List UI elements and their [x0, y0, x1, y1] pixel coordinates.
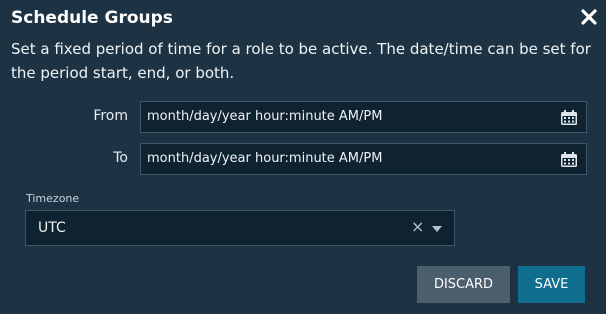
- to-datetime-value: month/day/year hour:minute AM/PM: [147, 151, 383, 166]
- clear-icon[interactable]: ×: [411, 217, 424, 236]
- to-datetime-input[interactable]: month/day/year hour:minute AM/PM: [140, 143, 587, 175]
- calendar-icon[interactable]: [560, 110, 578, 126]
- save-button[interactable]: SAVE: [518, 266, 585, 303]
- to-label: To: [113, 150, 128, 166]
- chevron-down-icon[interactable]: [432, 226, 442, 232]
- calendar-icon[interactable]: [560, 152, 578, 168]
- from-datetime-input[interactable]: month/day/year hour:minute AM/PM: [140, 101, 587, 133]
- schedule-groups-dialog: Schedule Groups Set a fixed period of ti…: [0, 0, 606, 314]
- from-datetime-value: month/day/year hour:minute AM/PM: [147, 109, 383, 124]
- timezone-value: UTC: [38, 220, 66, 236]
- discard-button[interactable]: DISCARD: [417, 266, 510, 303]
- close-button[interactable]: [579, 7, 599, 27]
- timezone-label: Timezone: [26, 192, 80, 205]
- close-icon: [581, 9, 597, 25]
- timezone-select[interactable]: UTC ×: [25, 210, 455, 246]
- from-label: From: [93, 108, 128, 124]
- dialog-description: Set a fixed period of time for a role to…: [11, 40, 591, 82]
- dialog-title: Schedule Groups: [11, 8, 173, 28]
